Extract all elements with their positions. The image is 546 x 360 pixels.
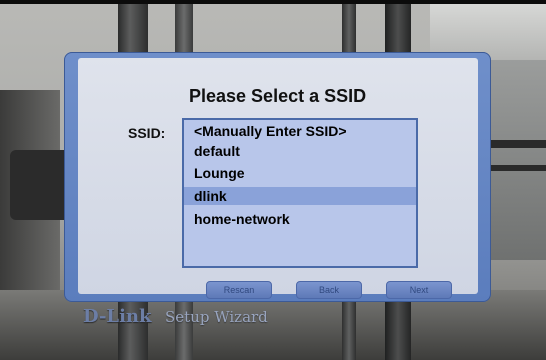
ssid-option[interactable]: default [184,142,416,160]
ssid-option-manual[interactable]: <Manually Enter SSID> [184,122,416,140]
ssid-listbox[interactable]: <Manually Enter SSID> default Lounge dli… [182,118,418,268]
ssid-option-selected[interactable]: dlink [184,187,416,205]
ssid-select-dialog: Please Select a SSID SSID: <Manually Ent… [64,52,491,302]
dialog-body: Please Select a SSID SSID: <Manually Ent… [78,58,478,299]
back-button[interactable]: Back [296,281,362,299]
ssid-option[interactable]: home-network [184,210,416,228]
setup-wizard-label: Setup Wizard [165,308,268,326]
top-border [0,0,546,4]
ssid-option[interactable]: Lounge [184,164,416,182]
background-sofa [10,150,70,220]
dialog-title: Please Select a SSID [189,86,367,106]
dlink-logo: D-Link [83,306,152,327]
ssid-label: SSID: [128,125,166,141]
rescan-button[interactable]: Rescan [206,281,272,299]
next-button[interactable]: Next [386,281,452,299]
background-ceiling [430,0,546,60]
